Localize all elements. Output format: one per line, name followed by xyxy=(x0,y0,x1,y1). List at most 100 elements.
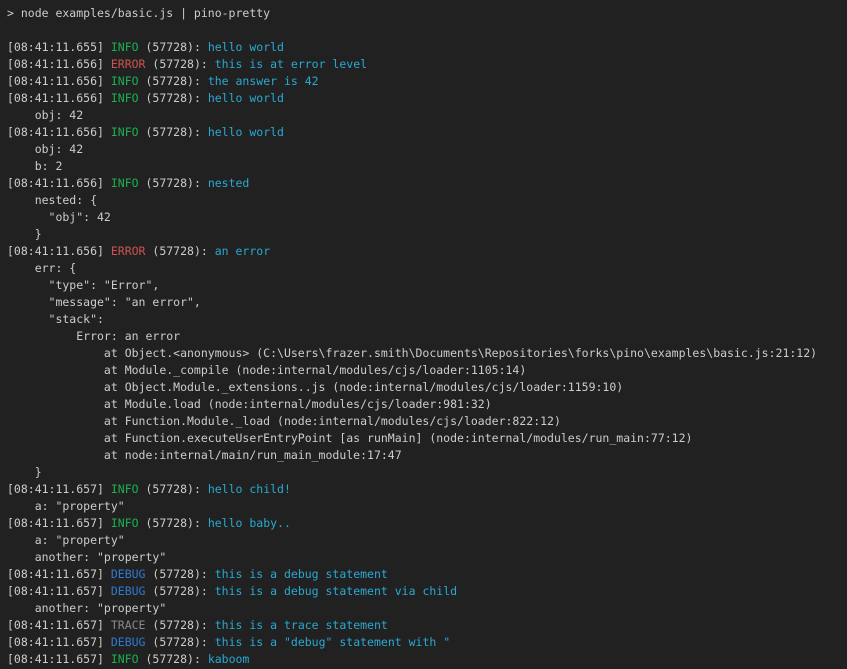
log-segment-fg: } xyxy=(7,465,42,479)
log-segment-fg: (57728): xyxy=(145,567,214,581)
log-line: [08:41:11.656] ERROR (57728): this is at… xyxy=(7,56,847,73)
log-segment-fg: } xyxy=(7,227,42,241)
log-line: at Object.Module._extensions..js (node:i… xyxy=(7,379,847,396)
log-segment-fg: (57728): xyxy=(139,40,208,54)
log-segment-green: INFO xyxy=(111,125,139,139)
log-line: } xyxy=(7,464,847,481)
log-segment-cyan: hello world xyxy=(208,40,284,54)
log-segment-cyan: hello child! xyxy=(208,482,291,496)
log-segment-fg: (57728): xyxy=(139,482,208,496)
log-segment-cyan: hello baby.. xyxy=(208,516,291,530)
log-segment-fg: (57728): xyxy=(139,516,208,530)
log-line: at Module.load (node:internal/modules/cj… xyxy=(7,396,847,413)
log-segment-green: INFO xyxy=(111,516,139,530)
log-line: at node:internal/main/run_main_module:17… xyxy=(7,447,847,464)
log-line: Error: an error xyxy=(7,328,847,345)
log-segment-fg: "stack": xyxy=(7,312,104,326)
log-line: b: 2 xyxy=(7,158,847,175)
log-segment-fg: (57728): xyxy=(145,57,214,71)
log-segment-fg: [08:41:11.655] xyxy=(7,40,111,54)
log-line: at Function.Module._load (node:internal/… xyxy=(7,413,847,430)
log-segment-fg: nested: { xyxy=(7,193,97,207)
log-segment-fg: [08:41:11.657] xyxy=(7,618,111,632)
log-line: obj: 42 xyxy=(7,141,847,158)
log-segment-fg: (57728): xyxy=(145,618,214,632)
log-segment-fg: Error: an error xyxy=(7,329,180,343)
log-line: [08:41:11.656] INFO (57728): the answer … xyxy=(7,73,847,90)
log-line: [08:41:11.656] INFO (57728): hello world xyxy=(7,90,847,107)
log-segment-fg: [08:41:11.656] xyxy=(7,57,111,71)
log-line: another: "property" xyxy=(7,549,847,566)
log-segment-fg: obj: 42 xyxy=(7,108,83,122)
log-segment-blue: DEBUG xyxy=(111,584,146,598)
log-segment-fg: (57728): xyxy=(145,635,214,649)
log-line: a: "property" xyxy=(7,498,847,515)
log-segment-fg: (57728): xyxy=(139,74,208,88)
log-segment-fg: at Function.executeUserEntryPoint [as ru… xyxy=(7,431,692,445)
log-line xyxy=(7,22,847,39)
log-segment-fg: (57728): xyxy=(139,176,208,190)
log-segment-cyan: hello world xyxy=(208,91,284,105)
log-segment-blue: DEBUG xyxy=(111,635,146,649)
log-segment-fg: (57728): xyxy=(145,584,214,598)
terminal[interactable]: > node examples/basic.js | pino-pretty [0… xyxy=(0,0,847,669)
log-segment-fg: [08:41:11.656] xyxy=(7,125,111,139)
log-segment-fg: (57728): xyxy=(139,652,208,666)
log-segment-fg: a: "property" xyxy=(7,533,125,547)
log-segment-fg: [08:41:11.657] xyxy=(7,516,111,530)
log-segment-cyan: an error xyxy=(215,244,270,258)
log-segment-fg: (57728): xyxy=(145,244,214,258)
log-segment-cyan: the answer is 42 xyxy=(208,74,319,88)
log-line: "stack": xyxy=(7,311,847,328)
log-segment-green: INFO xyxy=(111,482,139,496)
log-line: obj: 42 xyxy=(7,107,847,124)
log-segment-cyan: kaboom xyxy=(208,652,250,666)
log-line: [08:41:11.657] INFO (57728): hello child… xyxy=(7,481,847,498)
log-segment-fg: "message": "an error", xyxy=(7,295,201,309)
log-segment-blue: DEBUG xyxy=(111,567,146,581)
log-line: nested: { xyxy=(7,192,847,209)
log-segment-cyan: this is a trace statement xyxy=(215,618,388,632)
log-segment-fg: at Function.Module._load (node:internal/… xyxy=(7,414,561,428)
log-segment-fg: at Object.Module._extensions..js (node:i… xyxy=(7,380,623,394)
log-line: another: "property" xyxy=(7,600,847,617)
log-segment-gray: TRACE xyxy=(111,618,146,632)
log-segment-fg: obj: 42 xyxy=(7,142,83,156)
log-segment-green: INFO xyxy=(111,91,139,105)
log-segment-fg: at Module._compile (node:internal/module… xyxy=(7,363,526,377)
log-segment-fg: [08:41:11.657] xyxy=(7,652,111,666)
log-segment-cyan: this is a "debug" statement with " xyxy=(215,635,450,649)
log-segment-fg: [08:41:11.656] xyxy=(7,74,111,88)
log-segment-red: ERROR xyxy=(111,244,146,258)
log-segment-fg: [08:41:11.656] xyxy=(7,91,111,105)
log-segment-green: INFO xyxy=(111,40,139,54)
log-line: "message": "an error", xyxy=(7,294,847,311)
log-segment-fg: at Object.<anonymous> (C:\Users\frazer.s… xyxy=(7,346,817,360)
terminal-output: > node examples/basic.js | pino-pretty [0… xyxy=(7,5,847,668)
log-line: [08:41:11.656] INFO (57728): hello world xyxy=(7,124,847,141)
log-line: [08:41:11.655] INFO (57728): hello world xyxy=(7,39,847,56)
log-segment-green: INFO xyxy=(111,176,139,190)
log-segment-fg: [08:41:11.656] xyxy=(7,244,111,258)
log-segment-fg: [08:41:11.657] xyxy=(7,482,111,496)
log-segment-fg: at Module.load (node:internal/modules/cj… xyxy=(7,397,492,411)
log-line: at Object.<anonymous> (C:\Users\frazer.s… xyxy=(7,345,847,362)
log-line: [08:41:11.656] INFO (57728): nested xyxy=(7,175,847,192)
log-segment-fg: [08:41:11.656] xyxy=(7,176,111,190)
log-segment-fg: [08:41:11.657] xyxy=(7,635,111,649)
log-line: [08:41:11.657] DEBUG (57728): this is a … xyxy=(7,634,847,651)
log-segment-fg: at node:internal/main/run_main_module:17… xyxy=(7,448,402,462)
log-segment-fg: [08:41:11.657] xyxy=(7,584,111,598)
log-line: err: { xyxy=(7,260,847,277)
log-segment-red: ERROR xyxy=(111,57,146,71)
log-segment-cyan: hello world xyxy=(208,125,284,139)
log-line: [08:41:11.657] TRACE (57728): this is a … xyxy=(7,617,847,634)
log-segment-fg: another: "property" xyxy=(7,601,166,615)
log-segment-fg: err: { xyxy=(7,261,76,275)
log-segment-fg: [08:41:11.657] xyxy=(7,567,111,581)
log-segment-green: INFO xyxy=(111,652,139,666)
log-segment-cyan: this is a debug statement via child xyxy=(215,584,457,598)
log-segment-fg: "type": "Error", xyxy=(7,278,159,292)
log-line: "obj": 42 xyxy=(7,209,847,226)
log-line: > node examples/basic.js | pino-pretty xyxy=(7,5,847,22)
